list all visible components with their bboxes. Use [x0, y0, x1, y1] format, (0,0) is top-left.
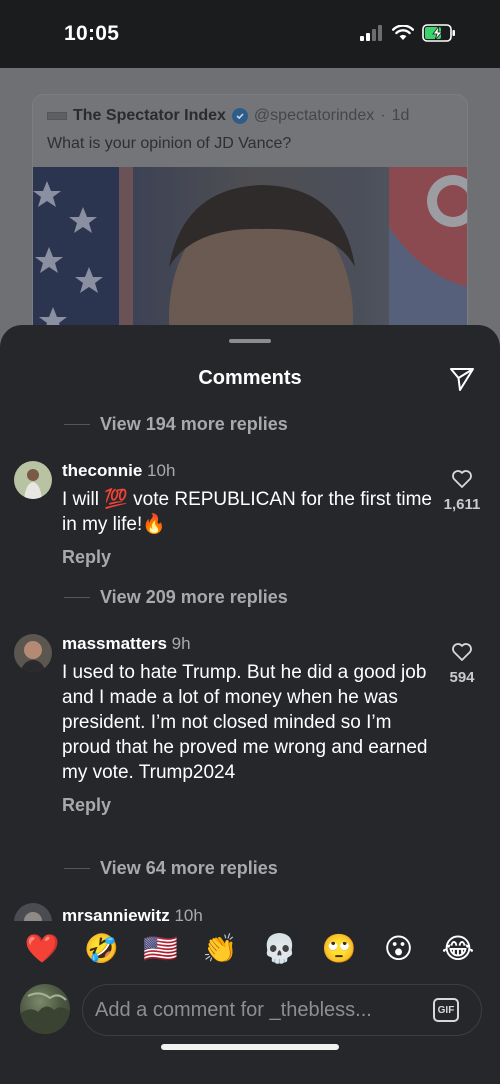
comment-body: mrsanniewitz 10h — [62, 906, 314, 921]
comment-header: mrsanniewitz 10h — [62, 906, 314, 921]
like-count: 1,611 — [443, 496, 481, 513]
reply-button[interactable]: Reply — [62, 795, 442, 816]
reply-thread-line — [64, 597, 90, 598]
home-indicator[interactable] — [161, 1044, 339, 1050]
comment-time: 10h — [174, 906, 203, 921]
comment-time: 10h — [147, 461, 176, 480]
reply-thread-line — [64, 424, 90, 425]
comment-body: theconnie 10h I will 💯 vote REPUBLICAN f… — [62, 461, 442, 568]
comment-text: I used to hate Trump. But he did a good … — [62, 662, 428, 783]
comment-username[interactable]: massmatters — [62, 634, 167, 653]
reply-thread-line — [64, 868, 90, 869]
like-button[interactable]: 594 — [440, 642, 484, 686]
comments-sheet: Comments View 194 more replies theconnie… — [0, 325, 500, 1084]
emoji-heart-button[interactable]: ❤️ — [22, 929, 62, 969]
background-post-area: The Spectator Index @spectatorindex · 1d… — [0, 68, 500, 394]
comment-input-row: GIF — [0, 980, 500, 1040]
emoji-quick-bar: ❤️ 🤣 🇺🇸 👏 💀 🙄 😮 😂 — [0, 923, 500, 975]
post-header: The Spectator Index @spectatorindex · 1d — [47, 107, 409, 125]
comment-username[interactable]: theconnie — [62, 461, 142, 480]
avatar[interactable] — [14, 903, 52, 921]
comment-body: massmatters 9h I used to hate Trump. But… — [62, 634, 442, 816]
avatar[interactable] — [14, 634, 52, 672]
send-icon — [450, 368, 474, 391]
view-more-replies-button[interactable]: View 194 more replies — [64, 414, 288, 435]
comment-item: massmatters 9h I used to hate Trump. But… — [14, 634, 494, 844]
post-handle: @spectatorindex — [253, 107, 375, 124]
comment-header: massmatters 9h — [62, 634, 442, 654]
verified-badge-icon — [231, 108, 248, 124]
signal-icon — [360, 25, 382, 41]
comment-text: I will 💯 vote REPUBLICAN for the first t… — [62, 489, 432, 535]
post-author: The Spectator Index — [73, 107, 226, 124]
comment-username[interactable]: mrsanniewitz — [62, 906, 170, 921]
view-more-replies-button[interactable]: View 209 more replies — [64, 587, 288, 608]
post-separator: · — [380, 107, 386, 124]
comment-header: theconnie 10h — [62, 461, 442, 481]
status-icons — [360, 24, 456, 42]
current-user-avatar — [20, 984, 70, 1034]
emoji-eye-roll-button[interactable]: 🙄 — [319, 929, 359, 969]
heart-icon — [452, 470, 472, 488]
avatar[interactable] — [14, 461, 52, 499]
like-count: 594 — [449, 669, 475, 686]
sheet-drag-handle[interactable] — [229, 339, 271, 343]
emoji-surprised-button[interactable]: 😮 — [379, 929, 419, 969]
publisher-logo — [47, 112, 67, 120]
status-bar: 10:05 — [0, 0, 500, 68]
comment-input[interactable] — [95, 985, 415, 1035]
share-button[interactable] — [448, 365, 476, 393]
comment-item: theconnie 10h I will 💯 vote REPUBLICAN f… — [14, 461, 494, 581]
emoji-joy-button[interactable]: 😂 — [438, 929, 478, 969]
emoji-skull-button[interactable]: 💀 — [260, 929, 300, 969]
sheet-title: Comments — [198, 367, 302, 389]
gif-button[interactable]: GIF — [433, 998, 459, 1022]
post-age: 1d — [391, 107, 410, 124]
emoji-rofl-button[interactable]: 🤣 — [81, 929, 121, 969]
view-more-replies-button[interactable]: View 64 more replies — [64, 858, 278, 879]
emoji-us-flag-button[interactable]: 🇺🇸 — [141, 929, 181, 969]
view-more-replies-label: View 64 more replies — [100, 858, 278, 878]
comment-item-partial: mrsanniewitz 10h — [14, 903, 314, 921]
reply-button[interactable]: Reply — [62, 547, 442, 568]
comment-input-box[interactable]: GIF — [82, 984, 482, 1036]
comment-time: 9h — [171, 634, 191, 653]
status-time: 10:05 — [64, 22, 120, 45]
view-more-replies-label: View 194 more replies — [100, 414, 288, 434]
heart-icon — [452, 643, 472, 661]
emoji-clap-button[interactable]: 👏 — [200, 929, 240, 969]
view-more-replies-label: View 209 more replies — [100, 587, 288, 607]
post-text: What is your opinion of JD Vance? — [47, 135, 292, 152]
wifi-icon — [392, 25, 414, 40]
battery-charging-icon — [422, 24, 455, 42]
like-button[interactable]: 1,611 — [440, 469, 484, 513]
